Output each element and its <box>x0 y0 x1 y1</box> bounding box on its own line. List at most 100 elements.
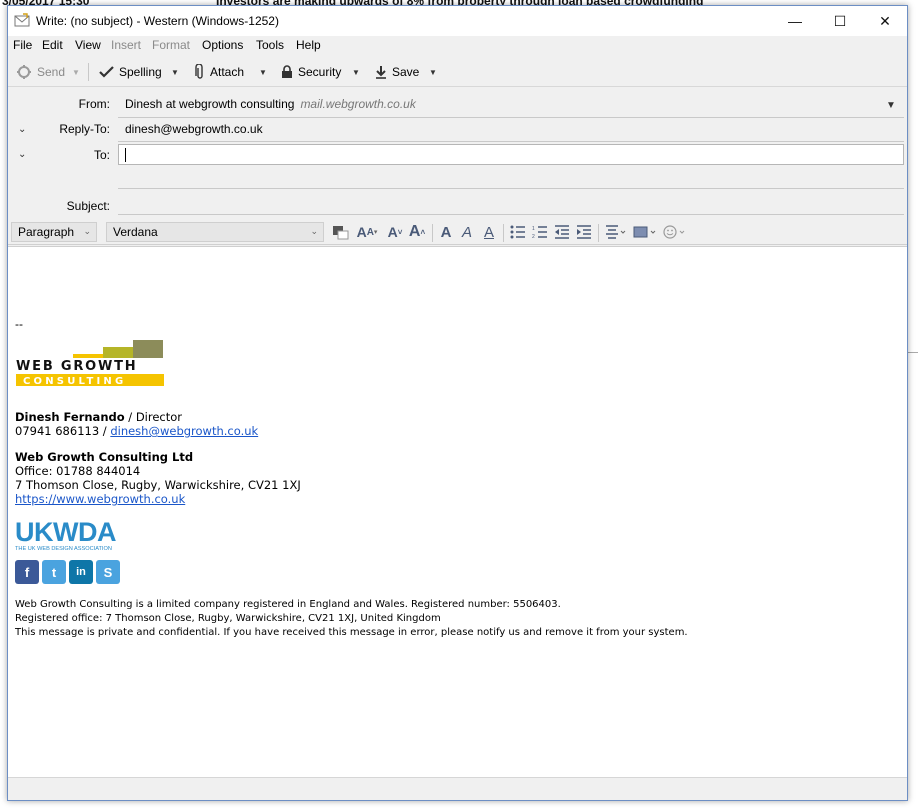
compose-envelope-icon <box>14 13 30 27</box>
extra-recipient-row[interactable] <box>118 188 904 189</box>
spelling-button[interactable]: Spelling <box>99 62 162 82</box>
indent-icon[interactable] <box>575 223 593 241</box>
send-button[interactable]: Send <box>16 62 65 82</box>
text-color-icon[interactable] <box>330 223 350 241</box>
compose-toolbar: Send ▼ Spelling ▼ Attach ▼ Security ▼ Sa… <box>8 57 907 87</box>
ukwda-tagline: THE UK WEB DESIGN ASSOCIATION <box>15 546 112 552</box>
maximize-button[interactable]: ☐ <box>817 6 863 36</box>
security-dropdown-chevron-icon[interactable]: ▼ <box>349 62 363 82</box>
from-label: From: <box>78 97 110 111</box>
increase-font-size-icon[interactable]: A ˄ <box>408 223 426 241</box>
logo-line1: WEB GROWTH <box>16 359 137 374</box>
message-body-editor[interactable]: -- WEB GROWTH CONSULTING Dinesh Fernando… <box>8 246 907 777</box>
spelling-dropdown-chevron-icon[interactable]: ▼ <box>168 62 182 82</box>
insert-image-icon[interactable] <box>632 223 658 241</box>
align-icon[interactable] <box>604 223 628 241</box>
font-size-icon[interactable]: A A ▾ <box>354 223 380 241</box>
minimize-button[interactable]: — <box>772 6 818 36</box>
font-family-value: Verdana <box>113 225 158 239</box>
signature-name: Dinesh Fernando <box>15 410 125 424</box>
signature-phone: 07941 686113 <box>15 424 100 438</box>
paragraph-style-select[interactable]: Paragraph ⌄ <box>11 222 97 242</box>
text-caret <box>125 148 126 162</box>
format-divider <box>432 224 433 242</box>
chevron-down-icon: ⌄ <box>310 226 318 236</box>
chevron-down-icon: ⌄ <box>18 123 27 135</box>
attach-dropdown-chevron-icon[interactable]: ▼ <box>256 62 270 82</box>
replyto-divider <box>118 141 904 142</box>
svg-text:1: 1 <box>532 226 535 232</box>
paperclip-icon <box>195 64 205 80</box>
compose-window: Write: (no subject) - Western (Windows-1… <box>7 5 908 801</box>
decrease-font-size-icon[interactable]: A ˅ <box>386 223 404 241</box>
replyto-field[interactable]: dinesh@webgrowth.co.uk <box>125 122 263 136</box>
svg-text:2: 2 <box>532 234 535 239</box>
title-bar: Write: (no subject) - Western (Windows-1… <box>8 6 907 36</box>
from-divider <box>118 117 904 118</box>
background-divider <box>908 352 918 353</box>
from-chevron-down-icon[interactable]: ▼ <box>886 100 896 111</box>
send-label: Send <box>37 65 66 79</box>
menu-view[interactable]: View <box>75 38 101 52</box>
legal-registration: Web Growth Consulting is a limited compa… <box>15 599 561 610</box>
menu-help[interactable]: Help <box>296 38 321 52</box>
attach-label: Attach <box>210 65 245 79</box>
signature-email-link[interactable]: dinesh@webgrowth.co.uk <box>110 424 258 438</box>
to-label: To: <box>93 148 110 162</box>
chevron-down-icon: ⌄ <box>18 148 27 160</box>
menu-options[interactable]: Options <box>202 38 243 52</box>
bullet-list-icon[interactable] <box>509 223 527 241</box>
linkedin-icon[interactable]: in <box>69 560 93 584</box>
facebook-icon[interactable]: f <box>15 560 39 584</box>
save-dropdown-chevron-icon[interactable]: ▼ <box>426 62 440 82</box>
replyto-label: Reply-To: <box>59 122 110 136</box>
numbered-list-icon[interactable]: 12 <box>531 223 549 241</box>
legal-confidentiality: This message is private and confidential… <box>15 627 688 638</box>
ukwda-wordmark: UKWDA <box>15 517 116 547</box>
menu-tools[interactable]: Tools <box>256 38 284 52</box>
subject-divider <box>118 214 904 215</box>
legal-registered-office: Registered office: 7 Thomson Close, Rugb… <box>15 613 441 624</box>
smiley-icon[interactable] <box>662 223 688 241</box>
close-button[interactable]: ✕ <box>862 6 908 36</box>
format-divider <box>503 224 504 242</box>
format-toolbar: Paragraph ⌄ Verdana ⌄ A A ▾ A ˅ A ˄ A A A 12 <box>8 219 907 245</box>
format-divider <box>598 224 599 242</box>
bold-icon[interactable]: A <box>438 223 454 241</box>
skype-icon[interactable]: S <box>96 560 120 584</box>
attach-button[interactable]: Attach <box>195 62 244 82</box>
font-family-select[interactable]: Verdana ⌄ <box>106 222 324 242</box>
lock-icon <box>281 65 293 79</box>
signature-address: 7 Thomson Close, Rugby, Warwickshire, CV… <box>15 478 301 492</box>
chevron-down-icon: ⌄ <box>83 226 91 236</box>
spelling-label: Spelling <box>119 65 162 79</box>
from-identity-select[interactable]: Dinesh at webgrowth consulting mail.webgr… <box>125 97 416 111</box>
twitter-icon[interactable]: t <box>42 560 66 584</box>
save-button[interactable]: Save <box>375 62 419 82</box>
signature-role: / Director <box>124 410 183 424</box>
menu-edit[interactable]: Edit <box>42 38 63 52</box>
security-button[interactable]: Security <box>281 62 341 82</box>
status-bar <box>8 777 907 800</box>
signature-contact-line: 07941 686113 / dinesh@webgrowth.co.uk <box>15 424 258 438</box>
signature-website-link[interactable]: https://www.webgrowth.co.uk <box>15 492 185 506</box>
menu-file[interactable]: File <box>13 38 32 52</box>
from-name: Dinesh at webgrowth consulting <box>125 97 295 111</box>
outdent-icon[interactable] <box>553 223 571 241</box>
paragraph-style-value: Paragraph <box>18 225 75 239</box>
menu-insert[interactable]: Insert <box>111 38 141 52</box>
signature-name-line: Dinesh Fernando / Director <box>15 410 182 424</box>
signature-company: Web Growth Consulting Ltd <box>15 450 194 464</box>
menu-bar: File Edit View Insert Format Options Too… <box>8 36 907 56</box>
send-dropdown-chevron-icon[interactable]: ▼ <box>69 62 83 82</box>
italic-icon[interactable]: A <box>459 223 475 241</box>
save-label: Save <box>392 65 420 79</box>
to-input[interactable] <box>118 144 904 165</box>
checkmark-icon <box>99 65 114 79</box>
menu-format[interactable]: Format <box>152 38 190 52</box>
message-header: From: Dinesh at webgrowth consulting mail… <box>8 88 907 219</box>
underline-icon[interactable]: A <box>481 223 497 241</box>
subject-label: Subject: <box>66 199 110 213</box>
signature-office: Office: 01788 844014 <box>15 464 141 478</box>
ukwda-logo: UKWDA THE UK WEB DESIGN ASSOCIATION <box>15 517 116 552</box>
